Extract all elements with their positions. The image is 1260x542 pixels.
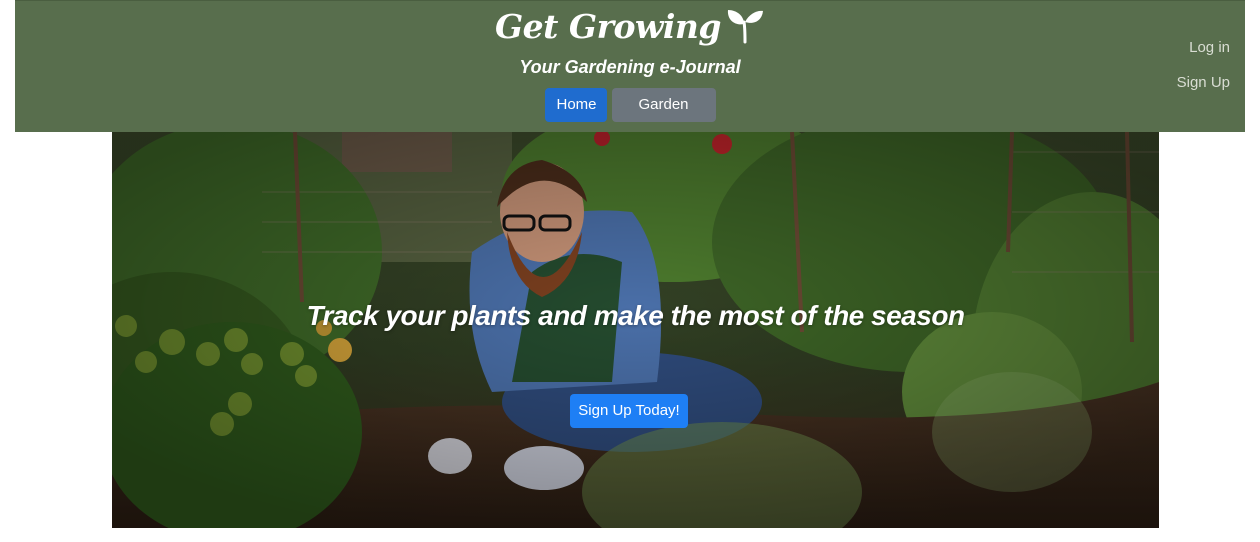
site-header: Get Growing Your Gardening e-Journal Hom… [15, 0, 1245, 147]
sprout-icon [727, 10, 763, 44]
tagline: Your Gardening e-Journal [519, 57, 741, 77]
signup-today-button[interactable]: Sign Up Today! [570, 394, 688, 428]
login-link[interactable]: Log in [1189, 39, 1230, 56]
brand-name[interactable]: Get Growing [495, 7, 722, 47]
hero-title: Track your plants and make the most of t… [306, 300, 965, 331]
hero-banner: Track your plants and make the most of t… [112, 132, 1159, 528]
main-nav: Home Garden Feed [15, 88, 1245, 147]
auth-links: Log in Sign Up [1177, 39, 1230, 91]
nav-home-button[interactable]: Home [544, 88, 607, 122]
nav-garden-feed-button[interactable]: Garden Feed [611, 88, 716, 147]
signup-link[interactable]: Sign Up [1177, 74, 1230, 91]
brand[interactable]: Get Growing [15, 7, 1245, 47]
